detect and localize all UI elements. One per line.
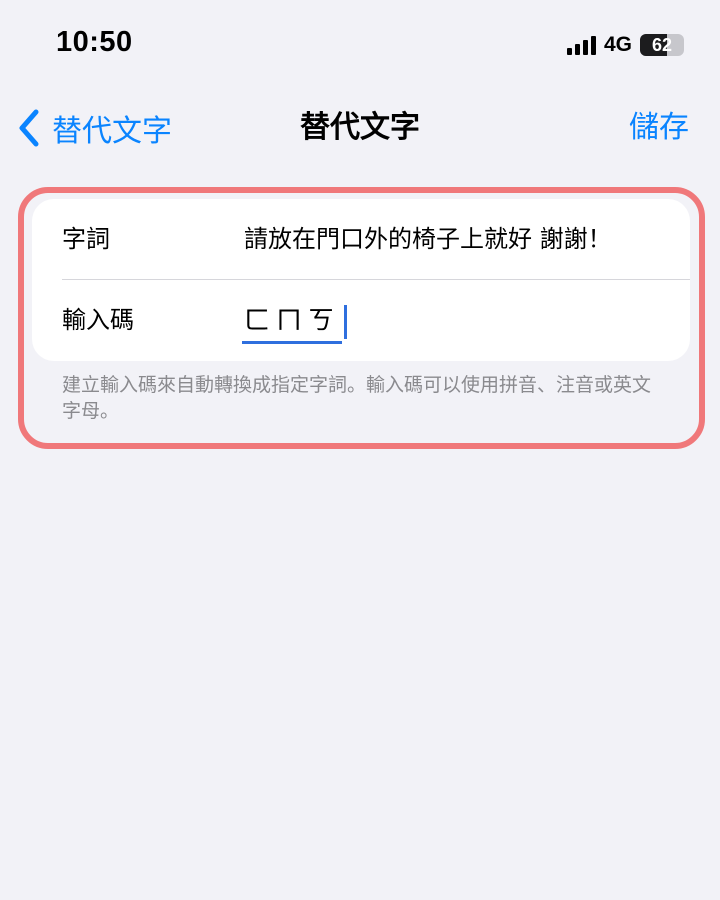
text-replacement-form: 字詞 請放在門口外的椅子上就好 謝謝！ 輸入碼 ㄈㄇㄎ: [32, 199, 690, 361]
status-indicators: 4G 62: [566, 33, 684, 57]
phrase-field[interactable]: 請放在門口外的椅子上就好 謝謝！: [244, 199, 612, 280]
save-button[interactable]: 儲存: [629, 106, 689, 150]
shortcut-row[interactable]: 輸入碼 ㄈㄇㄎ: [32, 280, 690, 361]
text-cursor: [344, 305, 348, 339]
phrase-row[interactable]: 字詞 請放在門口外的椅子上就好 謝謝！: [32, 199, 690, 280]
cellular-signal-icon: [566, 35, 596, 55]
battery-icon: 62: [640, 34, 684, 56]
status-bar: 10:50 4G 62: [0, 0, 720, 90]
phrase-label: 字詞: [62, 225, 110, 253]
network-type: 4G: [603, 33, 632, 56]
status-time: 10:50: [56, 26, 133, 58]
shortcut-value: ㄈㄇㄎ: [242, 301, 343, 344]
battery-percentage: 62: [651, 35, 673, 55]
shortcut-field[interactable]: ㄈㄇㄎ: [242, 301, 348, 344]
footer-note: 建立輸入碼來自動轉換成指定字詞。輸入碼可以使用拼音、注音或英文字母。: [62, 374, 652, 422]
page-title: 替代文字: [300, 110, 420, 145]
shortcut-label: 輸入碼: [62, 306, 134, 334]
